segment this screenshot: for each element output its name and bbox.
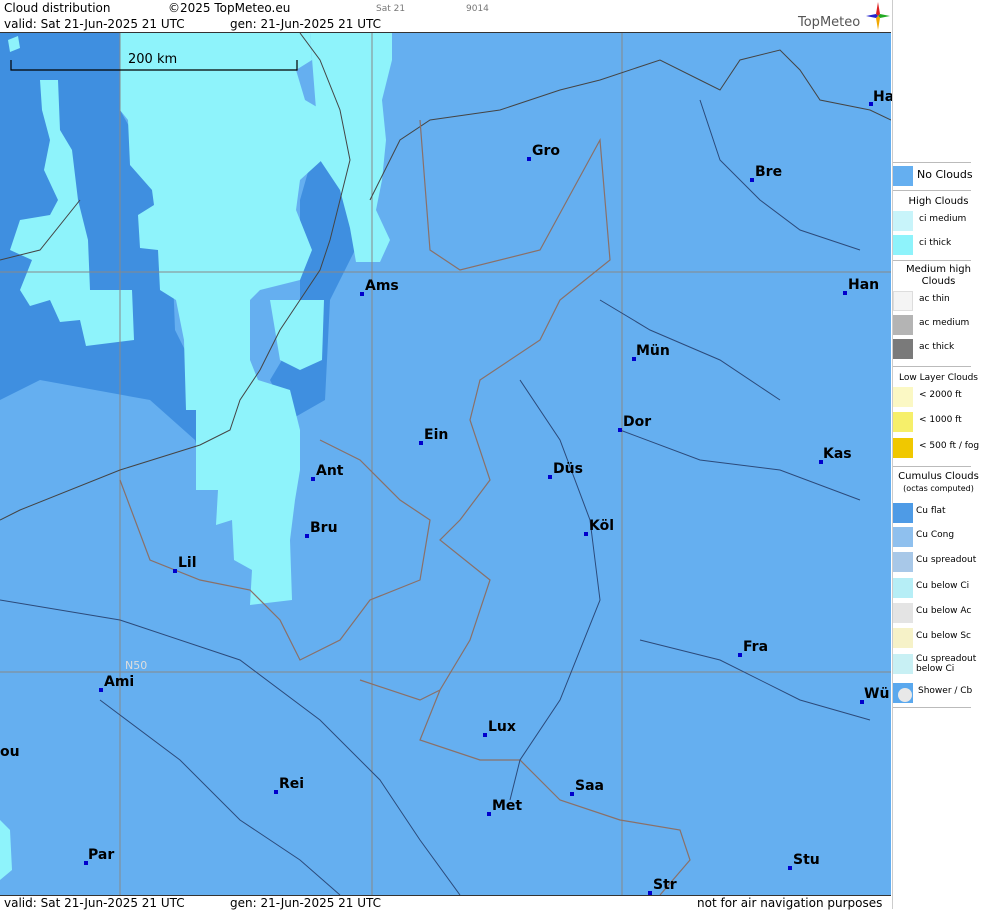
legend-ci-thick: ci thick (893, 233, 983, 257)
city-label: Met (492, 798, 523, 814)
legend-cu-below-sc: Cu below Sc (893, 626, 983, 650)
legend-no-clouds: No Clouds (893, 164, 983, 188)
map-header: Cloud distribution ©2025 TopMeteo.eu Sat… (0, 0, 891, 33)
legend-cu-below-ac: Cu below Ac (893, 601, 983, 625)
ac-thin-swatch-icon (893, 291, 913, 311)
city-marker (99, 688, 103, 692)
legend-shower: Shower / Cb (893, 681, 983, 705)
valid-time: valid: Sat 21-Jun-2025 21 UTC (4, 17, 185, 31)
city-label: Stu (793, 852, 820, 868)
footer-generated-time: gen: 21-Jun-2025 21 UTC (230, 896, 382, 910)
city-marker (750, 178, 754, 182)
city-marker (788, 866, 792, 870)
footer-valid-time: valid: Sat 21-Jun-2025 21 UTC (4, 896, 185, 910)
ci-thick-swatch-icon (893, 235, 913, 255)
legend-ac-medium: ac medium (893, 313, 983, 337)
legend-ac-thick: ac thick (893, 337, 983, 361)
city-label: Rei (279, 776, 305, 792)
city-label: Ant (316, 463, 344, 479)
legend-cu-cong: Cu Cong (893, 525, 983, 549)
city-label: Dor (623, 414, 652, 430)
city-label: Bru (310, 520, 338, 536)
city-label: Saa (575, 778, 604, 794)
city-marker (173, 569, 177, 573)
city-label: Han (848, 277, 880, 293)
city-marker (570, 792, 574, 796)
cu-below-ac-swatch-icon (893, 603, 913, 623)
compass-logo-icon (866, 2, 890, 30)
cu-spreadout-swatch-icon (893, 552, 913, 572)
city-label: Bre (755, 164, 783, 180)
city-label: Ams (365, 278, 399, 294)
city-marker (738, 653, 742, 657)
legend-low-500: < 500 ft / fog (893, 436, 983, 460)
legend-low-1000: < 1000 ft (893, 410, 983, 434)
city-label: Düs (553, 461, 583, 477)
city-label: Ha (873, 89, 895, 105)
cu-below-sc-swatch-icon (893, 628, 913, 648)
city-marker (548, 475, 552, 479)
city-marker (487, 812, 491, 816)
cu-spreadout-below-ci-swatch-icon (893, 654, 913, 674)
legend-cu-below-ci: Cu below Ci (893, 576, 983, 600)
cu-below-ci-swatch-icon (893, 578, 913, 598)
city-label: Köl (589, 518, 615, 534)
low-500-swatch-icon (893, 438, 913, 458)
generated-time: gen: 21-Jun-2025 21 UTC (230, 17, 382, 31)
city-label: Mün (636, 343, 670, 359)
city-label: Par (88, 847, 115, 863)
city-label: Lil (178, 555, 197, 571)
latitude-label: N50 (125, 659, 148, 672)
city-marker (483, 733, 487, 737)
low-2000-swatch-icon (893, 387, 913, 407)
city-marker (311, 477, 315, 481)
ci-medium-swatch-icon (893, 211, 913, 231)
city-label: Gro (532, 143, 561, 159)
cloud-map (0, 33, 891, 895)
city-label: ou (0, 744, 20, 760)
legend-cu-spreadout-below-ci: Cu spreadout below Ci (893, 652, 983, 678)
cloud-legend: No Clouds High Clouds ci medium ci thick… (892, 0, 983, 909)
cu-flat-swatch-icon (893, 503, 913, 523)
city-label: Kas (823, 446, 852, 462)
city-marker (419, 441, 423, 445)
legend-cumulus-heading: Cumulus Clouds (octas computed) (898, 471, 979, 493)
cu-cong-swatch-icon (893, 527, 913, 547)
city-marker (274, 790, 278, 794)
legend-cu-spreadout: Cu spreadout (893, 550, 983, 574)
map-footer: valid: Sat 21-Jun-2025 21 UTC gen: 21-Ju… (0, 895, 891, 910)
legend-low-2000: < 2000 ft (893, 385, 983, 409)
city-marker (618, 428, 622, 432)
city-marker (360, 292, 364, 296)
no-clouds-swatch-icon (893, 166, 913, 186)
code-small: 9014 (466, 4, 489, 14)
scale-label: 200 km (128, 52, 178, 67)
disclaimer: not for air navigation purposes (697, 896, 883, 910)
city-marker (843, 291, 847, 295)
legend-cu-flat: Cu flat (893, 501, 983, 525)
city-marker (305, 534, 309, 538)
ac-thick-swatch-icon (893, 339, 913, 359)
legend-low-heading: Low Layer Clouds (899, 373, 978, 383)
shower-cb-swatch-icon (893, 683, 913, 703)
city-label: Fra (743, 639, 769, 655)
city-label: Ami (104, 674, 135, 690)
brand-name: TopMeteo (798, 15, 861, 30)
city-label: Lux (488, 719, 516, 735)
legend-ci-medium: ci medium (893, 209, 983, 233)
city-marker (527, 157, 531, 161)
city-label: Str (653, 877, 677, 893)
city-label: Wü (864, 686, 890, 702)
legend-medium-heading: Medium high Clouds (906, 264, 971, 287)
product-title: Cloud distribution (4, 1, 111, 15)
ac-medium-swatch-icon (893, 315, 913, 335)
legend-high-clouds-heading: High Clouds (908, 196, 969, 207)
legend-ac-thin: ac thin (893, 289, 983, 313)
low-1000-swatch-icon (893, 412, 913, 432)
city-label: Ein (424, 427, 449, 443)
day-small: Sat 21 (376, 4, 406, 14)
copyright: ©2025 TopMeteo.eu (168, 1, 291, 15)
city-marker (584, 532, 588, 536)
